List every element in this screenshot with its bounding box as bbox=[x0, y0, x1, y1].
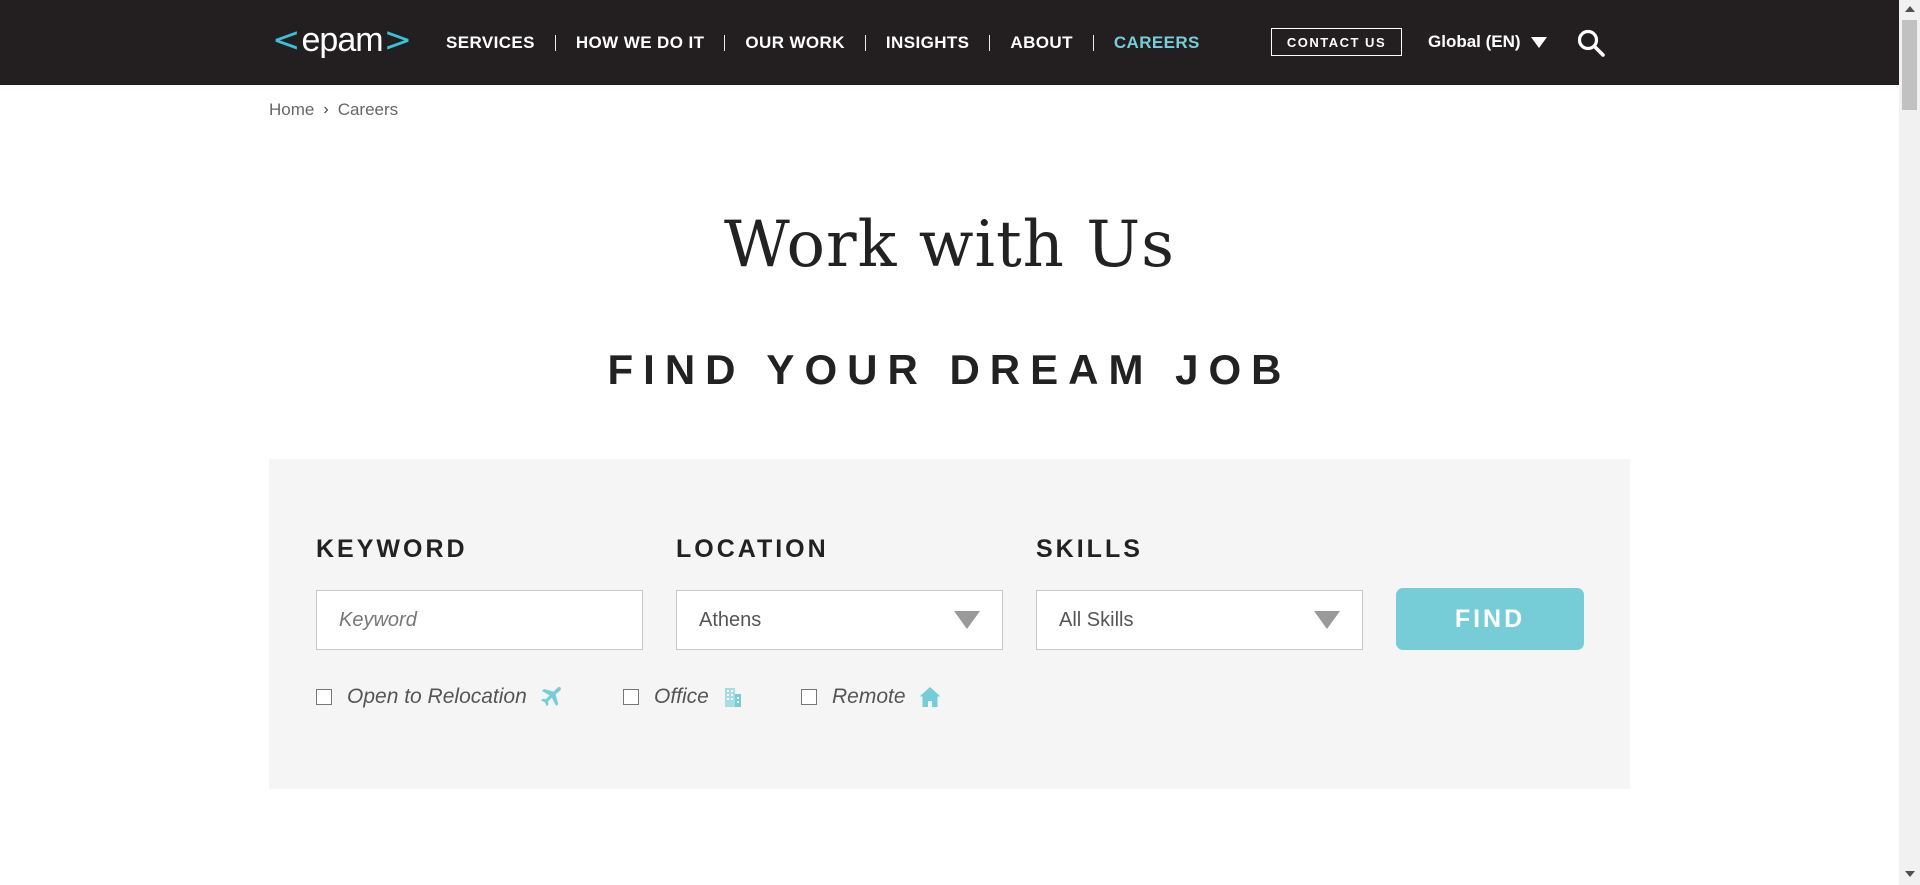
main-nav: SERVICES HOW WE DO IT OUR WORK INSIGHTS … bbox=[446, 0, 1200, 85]
scroll-down-arrow-icon[interactable] bbox=[1905, 871, 1915, 877]
airplane-icon bbox=[540, 687, 561, 707]
home-icon bbox=[919, 687, 941, 707]
epam-logo[interactable]: < epam > bbox=[272, 20, 412, 60]
location-label: LOCATION bbox=[676, 535, 829, 563]
keyword-field bbox=[316, 590, 643, 650]
location-select[interactable]: Athens bbox=[676, 590, 1003, 650]
scroll-up-arrow-icon[interactable] bbox=[1905, 6, 1915, 12]
breadcrumb-separator-icon: › bbox=[323, 101, 329, 118]
relocation-label: Open to Relocation bbox=[347, 685, 527, 708]
relocation-filter[interactable]: Open to Relocation bbox=[316, 685, 563, 709]
nav-how-we-do-it[interactable]: HOW WE DO IT bbox=[576, 33, 705, 53]
office-checkbox[interactable] bbox=[623, 689, 639, 705]
relocation-checkbox[interactable] bbox=[316, 689, 332, 705]
logo-left-bracket: < bbox=[272, 20, 301, 60]
scrollbar-thumb[interactable] bbox=[1902, 20, 1917, 110]
logo-wordmark: epam bbox=[301, 21, 384, 59]
nav-insights[interactable]: INSIGHTS bbox=[886, 33, 970, 53]
nav-divider bbox=[864, 34, 866, 51]
breadcrumb: Home › Careers bbox=[269, 100, 398, 120]
nav-divider bbox=[554, 34, 556, 51]
skills-label: SKILLS bbox=[1036, 535, 1143, 563]
keyword-input[interactable] bbox=[317, 591, 642, 649]
nav-about[interactable]: ABOUT bbox=[1010, 33, 1072, 53]
remote-filter[interactable]: Remote bbox=[801, 685, 942, 709]
keyword-label: KEYWORD bbox=[316, 535, 468, 563]
language-selector[interactable]: Global (EN) bbox=[1428, 28, 1547, 56]
logo-right-bracket: > bbox=[383, 20, 413, 60]
skills-value: All Skills bbox=[1059, 608, 1134, 631]
nav-divider bbox=[989, 34, 991, 51]
building-icon bbox=[724, 688, 741, 707]
page-title: Work with Us bbox=[724, 208, 1175, 282]
nav-divider bbox=[1092, 34, 1094, 51]
office-label: Office bbox=[654, 685, 709, 708]
section-subtitle: FIND YOUR DREAM JOB bbox=[607, 346, 1292, 393]
breadcrumb-home[interactable]: Home bbox=[269, 100, 314, 120]
remote-label: Remote bbox=[832, 685, 906, 708]
breadcrumb-current: Careers bbox=[337, 100, 399, 119]
dropdown-arrow-icon bbox=[1314, 611, 1340, 629]
dropdown-arrow-icon bbox=[954, 611, 980, 629]
page-scrollbar[interactable] bbox=[1899, 0, 1920, 885]
nav-our-work[interactable]: OUR WORK bbox=[745, 33, 845, 53]
skills-select[interactable]: All Skills bbox=[1036, 590, 1363, 650]
nav-careers[interactable]: CAREERS bbox=[1114, 33, 1200, 53]
nav-services[interactable]: SERVICES bbox=[446, 33, 535, 53]
contact-us-button[interactable]: CONTACT US bbox=[1271, 28, 1402, 56]
nav-divider bbox=[724, 34, 726, 51]
caret-down-icon bbox=[1530, 36, 1547, 48]
office-filter[interactable]: Office bbox=[623, 685, 745, 709]
find-button[interactable]: FIND bbox=[1396, 588, 1584, 650]
language-label: Global (EN) bbox=[1428, 32, 1521, 51]
search-icon bbox=[1577, 29, 1605, 57]
job-search-panel: KEYWORD LOCATION SKILLS Athens All Skill… bbox=[269, 459, 1630, 789]
location-value: Athens bbox=[699, 608, 762, 631]
site-header: < epam > SERVICES HOW WE DO IT OUR WORK … bbox=[0, 0, 1899, 85]
remote-checkbox[interactable] bbox=[801, 689, 817, 705]
search-button[interactable] bbox=[1576, 28, 1606, 58]
